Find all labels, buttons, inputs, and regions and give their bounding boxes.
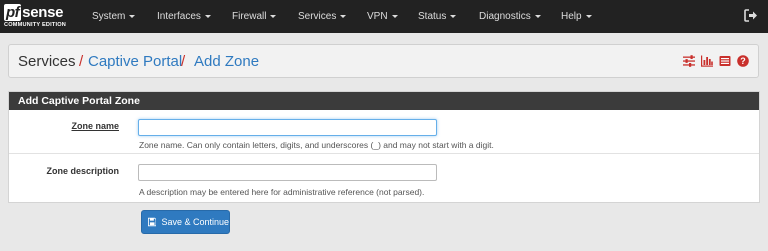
chevron-down-icon bbox=[391, 15, 398, 18]
chevron-down-icon bbox=[534, 15, 541, 18]
nav-interfaces-label: Interfaces bbox=[157, 11, 201, 22]
sign-out-icon[interactable] bbox=[744, 9, 758, 22]
nav-firewall[interactable]: Firewall bbox=[232, 0, 277, 33]
nav-diagnostics-label: Diagnostics bbox=[479, 11, 531, 22]
zone-description-label: Zone description bbox=[46, 166, 119, 176]
nav-vpn[interactable]: VPN bbox=[367, 0, 398, 33]
chevron-down-icon bbox=[204, 15, 211, 18]
zone-description-help: A description may be entered here for ad… bbox=[139, 187, 425, 197]
logo-mark: pf sense bbox=[4, 2, 64, 21]
top-navbar: pf sense COMMUNITY EDITION System Interfa… bbox=[0, 0, 768, 33]
zone-description-input[interactable] bbox=[138, 164, 437, 181]
add-zone-panel: Add Captive Portal Zone Zone name Zone n… bbox=[8, 91, 760, 203]
nav-services[interactable]: Services bbox=[298, 0, 347, 33]
zone-name-help: Zone name. Can only contain letters, dig… bbox=[139, 140, 494, 150]
logo-edition-text: COMMUNITY EDITION bbox=[4, 22, 67, 28]
chevron-down-icon bbox=[340, 15, 347, 18]
chevron-down-icon bbox=[129, 15, 136, 18]
list-icon[interactable] bbox=[719, 55, 731, 67]
save-continue-label: Save & Continue bbox=[161, 217, 229, 227]
zone-description-row: Zone description A description may be en… bbox=[9, 154, 759, 202]
zone-name-input[interactable] bbox=[138, 119, 437, 136]
bar-chart-icon[interactable] bbox=[701, 55, 713, 67]
nav-system[interactable]: System bbox=[92, 0, 136, 33]
nav-system-label: System bbox=[92, 11, 126, 22]
breadcrumb-services: Services bbox=[18, 53, 76, 70]
breadcrumb-separator: / bbox=[79, 53, 84, 70]
logo-sense-text: sense bbox=[22, 4, 64, 21]
nav-help-label: Help bbox=[561, 11, 582, 22]
nav-services-label: Services bbox=[298, 11, 337, 22]
panel-title: Add Captive Portal Zone bbox=[9, 92, 759, 110]
breadcrumb-captive-portal[interactable]: Captive Portal bbox=[88, 53, 182, 70]
breadcrumb-add-zone[interactable]: Add Zone bbox=[194, 53, 259, 70]
zone-name-label: Zone name bbox=[71, 121, 119, 131]
help-icon[interactable]: ? bbox=[737, 55, 749, 67]
chevron-down-icon bbox=[585, 15, 592, 18]
nav-help[interactable]: Help bbox=[561, 0, 592, 33]
chevron-down-icon bbox=[270, 15, 277, 18]
save-icon bbox=[148, 217, 157, 227]
zone-name-row: Zone name Zone name. Can only contain le… bbox=[9, 110, 759, 154]
breadcrumb-separator: / bbox=[181, 53, 186, 70]
breadcrumb: Services / Captive Portal / Add Zone ? bbox=[8, 44, 759, 78]
nav-firewall-label: Firewall bbox=[232, 11, 267, 22]
nav-status[interactable]: Status bbox=[418, 0, 457, 33]
nav-interfaces[interactable]: Interfaces bbox=[157, 0, 211, 33]
pfsense-logo[interactable]: pf sense COMMUNITY EDITION bbox=[4, 2, 67, 31]
nav-vpn-label: VPN bbox=[367, 11, 388, 22]
nav-diagnostics[interactable]: Diagnostics bbox=[479, 0, 541, 33]
nav-status-label: Status bbox=[418, 11, 447, 22]
chevron-down-icon bbox=[450, 15, 457, 18]
breadcrumb-icons: ? bbox=[683, 55, 749, 67]
save-continue-button[interactable]: Save & Continue bbox=[141, 210, 230, 234]
sliders-icon[interactable] bbox=[683, 55, 695, 67]
svg-text:?: ? bbox=[740, 56, 746, 66]
logo-pf-text: pf bbox=[4, 4, 22, 21]
